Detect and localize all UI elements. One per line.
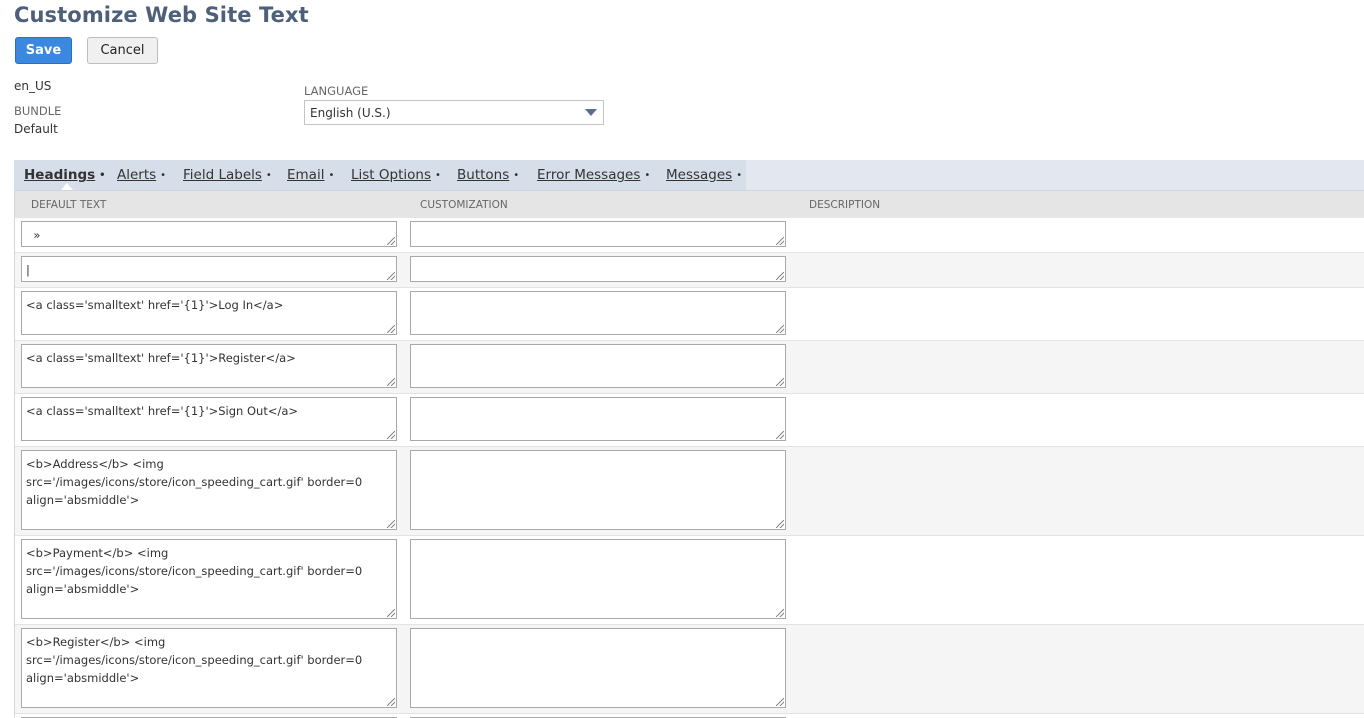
table-row: <a class='smalltext' href='{1}'>Sign Out… [15, 394, 1364, 447]
column-header-description: DESCRIPTION [809, 199, 881, 211]
default-text-field[interactable]: <a class='smalltext' href='{1}'>Log In</… [21, 291, 397, 335]
language-select[interactable]: English (U.S.) [304, 100, 604, 125]
chevron-down-icon[interactable] [585, 109, 597, 116]
resize-handle-icon[interactable] [776, 431, 784, 439]
resize-handle-icon[interactable] [387, 520, 395, 528]
customization-field[interactable] [410, 628, 786, 708]
language-label: LANGUAGE [304, 84, 369, 98]
table-row: <a class='smalltext' href='{1}'>Register… [15, 341, 1364, 394]
resize-handle-icon[interactable] [776, 237, 784, 245]
table-header: DEFAULT TEXT CUSTOMIZATION DESCRIPTION [15, 191, 1364, 218]
tab-email[interactable]: Email • [287, 167, 334, 183]
default-text-field[interactable]: » [21, 221, 397, 247]
default-text-field[interactable]: | [21, 256, 397, 282]
resize-handle-icon[interactable] [776, 609, 784, 617]
save-button[interactable]: Save [15, 37, 72, 64]
tab-list-options[interactable]: List Options • [351, 167, 441, 183]
default-text-field[interactable]: <b>Register</b> <img src='/images/icons/… [21, 628, 397, 708]
resize-handle-icon[interactable] [776, 378, 784, 386]
bundle-value: Default [14, 122, 58, 136]
customization-field[interactable] [410, 344, 786, 388]
resize-handle-icon[interactable] [776, 698, 784, 706]
table-row: | [15, 253, 1364, 288]
locale-value: en_US [14, 79, 52, 93]
table-row: » [15, 218, 1364, 253]
active-tab-indicator [61, 183, 73, 190]
resize-handle-icon[interactable] [387, 272, 395, 280]
customization-field[interactable] [410, 450, 786, 530]
table-row: <b>Payment</b> <img src='/images/icons/s… [15, 536, 1364, 625]
bundle-label: BUNDLE [14, 104, 62, 118]
tab-headings[interactable]: Headings • [24, 167, 106, 183]
resize-handle-icon[interactable] [387, 431, 395, 439]
default-text-field[interactable]: <b>Payment</b> <img src='/images/icons/s… [21, 539, 397, 619]
table-row: <a class='smalltext' href='{1}'>Log In</… [15, 288, 1364, 341]
resize-handle-icon[interactable] [387, 378, 395, 386]
tab-buttons[interactable]: Buttons • [457, 167, 519, 183]
default-text-field[interactable]: <a class='smalltext' href='{1}'>Register… [21, 344, 397, 388]
default-text-field[interactable]: <b>Address</b> <img src='/images/icons/s… [21, 450, 397, 530]
resize-handle-icon[interactable] [387, 237, 395, 245]
tab-alerts[interactable]: Alerts • [117, 167, 166, 183]
resize-handle-icon[interactable] [387, 609, 395, 617]
default-text-field[interactable]: <a class='smalltext' href='{1}'>Sign Out… [21, 397, 397, 441]
table-row [15, 714, 1364, 718]
tab-error-messages[interactable]: Error Messages • [537, 167, 650, 183]
page-title: Customize Web Site Text [14, 3, 309, 27]
table-row: <b>Register</b> <img src='/images/icons/… [15, 625, 1364, 714]
cancel-button[interactable]: Cancel [87, 37, 158, 64]
resize-handle-icon[interactable] [387, 325, 395, 333]
customization-field[interactable] [410, 221, 786, 247]
language-select-value: English (U.S.) [310, 105, 391, 120]
column-header-customization: CUSTOMIZATION [420, 199, 508, 211]
text-table: DEFAULT TEXT CUSTOMIZATION DESCRIPTION »… [14, 191, 1364, 718]
table-row: <b>Address</b> <img src='/images/icons/s… [15, 447, 1364, 536]
tab-messages[interactable]: Messages • [666, 167, 742, 183]
resize-handle-icon[interactable] [776, 520, 784, 528]
resize-handle-icon[interactable] [776, 272, 784, 280]
customization-field[interactable] [410, 291, 786, 335]
resize-handle-icon[interactable] [387, 698, 395, 706]
column-header-default-text: DEFAULT TEXT [31, 199, 107, 211]
resize-handle-icon[interactable] [776, 325, 784, 333]
customization-field[interactable] [410, 397, 786, 441]
customization-field[interactable] [410, 539, 786, 619]
customization-field[interactable] [410, 256, 786, 282]
tab-field-labels[interactable]: Field Labels • [183, 167, 272, 183]
subtab-bar: Headings • Alerts • Field Labels • Email • L… [14, 160, 1364, 191]
